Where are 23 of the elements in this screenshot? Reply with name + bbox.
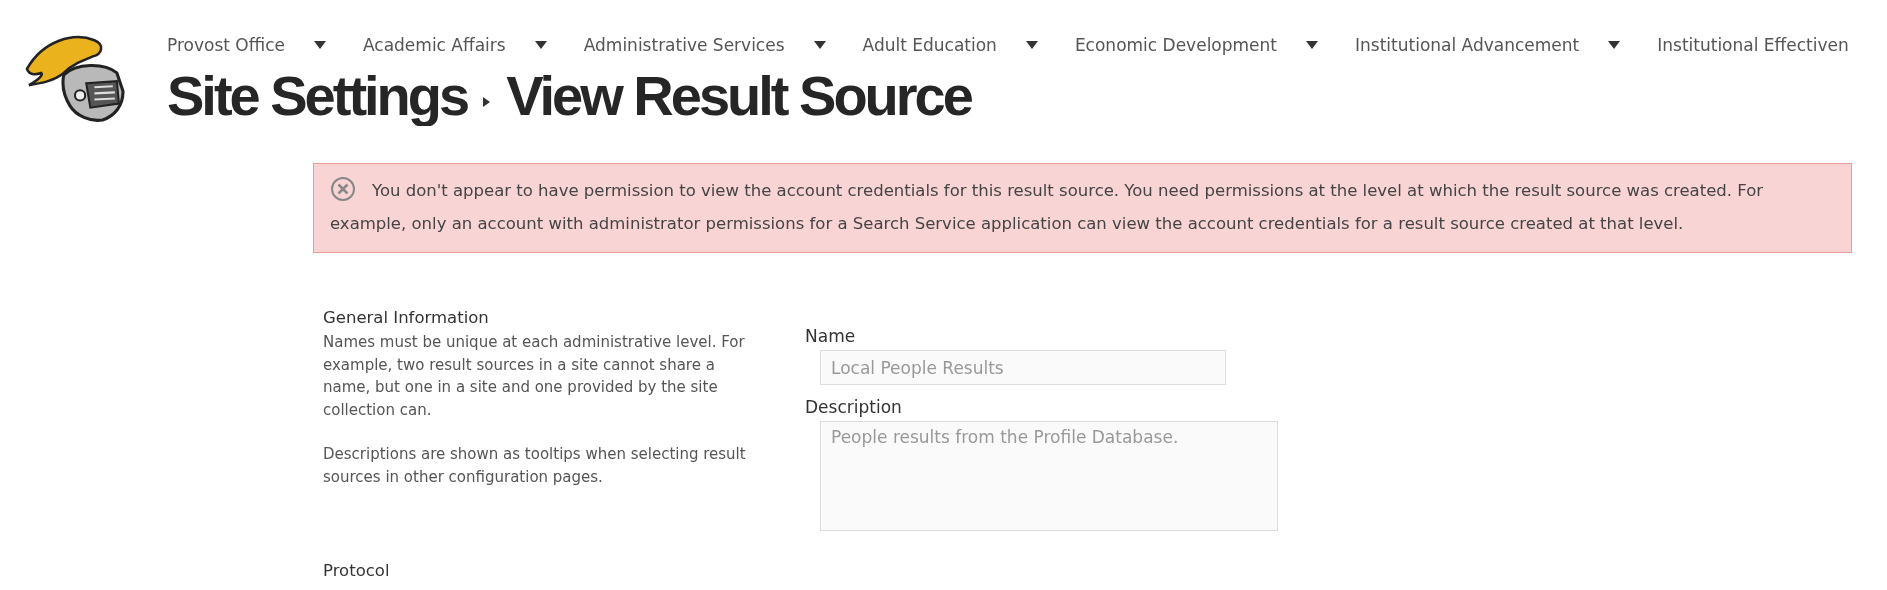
dropdown-caret-icon[interactable]: [314, 41, 326, 49]
dropdown-caret-icon[interactable]: [534, 41, 547, 49]
field-label: Description: [805, 397, 903, 417]
dropdown-caret-icon[interactable]: [813, 41, 826, 49]
nav-link[interactable]: Economic Development: [1074, 35, 1277, 55]
dropdown-caret-icon[interactable]: [1306, 41, 1318, 49]
dropdown-caret-icon[interactable]: [1025, 41, 1038, 49]
error-message: You don't appear to have permission to view the account credentials for this result source. You need permissions at the level at which the result source was created. For example, only an account with administrator permissions for a Search Service application can view the account credentials for a result source created at that level.: [313, 163, 1852, 253]
field-label: Name: [805, 326, 857, 346]
nav-link[interactable]: Institutional Effectiven: [1657, 35, 1849, 55]
section-title: General Information: [323, 308, 490, 327]
page-title: View Result Source: [506, 66, 971, 126]
breadcrumb-arrow-icon: [483, 97, 491, 107]
nav-link[interactable]: Provost Office: [167, 35, 285, 55]
nav-link[interactable]: Administrative Services: [583, 35, 785, 55]
dropdown-caret-icon[interactable]: [1608, 41, 1621, 49]
section-description: Names must be unique at each administrative level. For example, two result sources in a site cannot share a name, but one in a site and one provided by the site collection can.: [323, 332, 746, 421]
section-description: Descriptions are shown as tooltips when selecting result sources in other configuration pages.: [323, 444, 747, 488]
error-icon: [330, 176, 356, 202]
nav-link[interactable]: Academic Affairs: [363, 35, 506, 55]
section-title: Protocol: [323, 561, 391, 580]
nav-link[interactable]: Adult Education: [862, 35, 997, 55]
nav-link[interactable]: Institutional Advancement: [1355, 35, 1580, 55]
